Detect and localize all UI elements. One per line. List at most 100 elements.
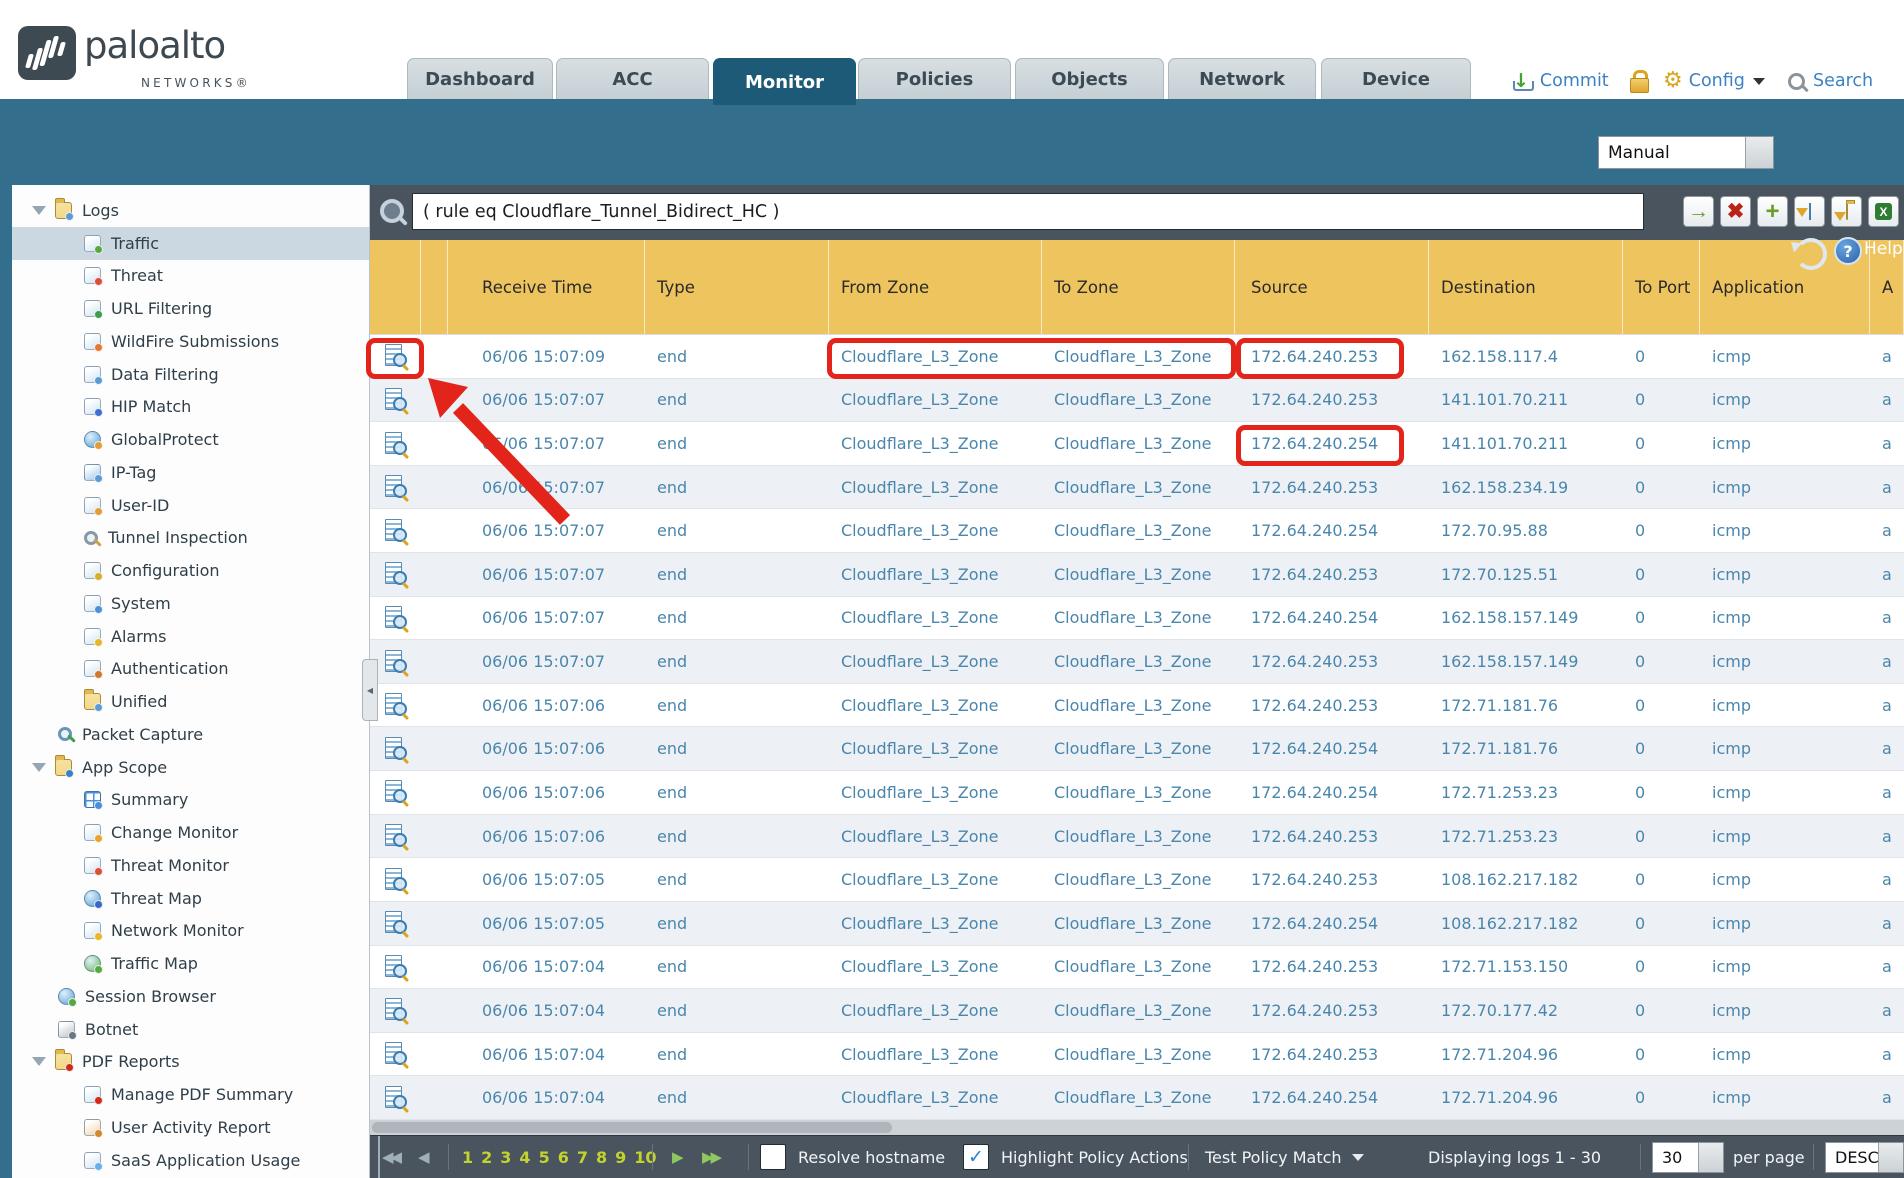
sidebar-item-threat[interactable]: Threat (12, 260, 369, 293)
log-row[interactable]: 06/06 15:07:06endCloudflare_L3_ZoneCloud… (370, 684, 1904, 728)
tree-expander-icon[interactable] (32, 206, 46, 215)
page-number-1[interactable]: 1 (462, 1148, 473, 1167)
sidebar-item-alarms[interactable]: Alarms (12, 620, 369, 653)
sidebar-collapse-handle[interactable]: ◀ (362, 659, 378, 721)
sidebar-item-manage-pdf-summary[interactable]: Manage PDF Summary (12, 1078, 369, 1111)
sidebar-item-network-monitor[interactable]: Network Monitor (12, 915, 369, 948)
auto-refresh-select[interactable]: Manual (1598, 136, 1774, 169)
page-size-select[interactable]: 30 (1652, 1142, 1724, 1173)
page-number-10[interactable]: 10 (634, 1148, 656, 1167)
sidebar-item-authentication[interactable]: Authentication (12, 653, 369, 686)
commit-button[interactable]: ↓ Commit (1513, 66, 1609, 96)
log-detail-button[interactable] (370, 902, 421, 945)
log-detail-button[interactable] (370, 771, 421, 814)
add-filter-button[interactable]: + (1757, 196, 1788, 227)
sidebar-item-ip-tag[interactable]: IP-Tag (12, 456, 369, 489)
sidebar-item-user-id[interactable]: User-ID (12, 489, 369, 522)
column-header-receive-time[interactable]: Receive Time (448, 240, 645, 334)
page-number-5[interactable]: 5 (539, 1148, 550, 1167)
sidebar-item-threat-monitor[interactable]: Threat Monitor (12, 849, 369, 882)
tab-acc[interactable]: ACC (556, 58, 709, 99)
help-label[interactable]: Help (1864, 239, 1903, 259)
log-row[interactable]: 06/06 15:07:05endCloudflare_L3_ZoneCloud… (370, 858, 1904, 902)
clear-filter-button[interactable]: ✖ (1720, 196, 1751, 227)
column-header-from-zone[interactable]: From Zone (829, 240, 1042, 334)
tree-expander-icon[interactable] (32, 763, 46, 772)
log-filter-input[interactable] (412, 193, 1644, 230)
sidebar-item-traffic-map[interactable]: Traffic Map (12, 947, 369, 980)
sidebar-item-botnet[interactable]: Botnet (12, 1013, 369, 1046)
log-row[interactable]: 06/06 15:07:07endCloudflare_L3_ZoneCloud… (370, 597, 1904, 641)
filter-builder-button[interactable] (1794, 196, 1825, 227)
sidebar-item-saas-application-usage[interactable]: SaaS Application Usage (12, 1144, 369, 1177)
sidebar-item-data-filtering[interactable]: Data Filtering (12, 358, 369, 391)
resolve-hostname-checkbox[interactable] (760, 1136, 786, 1178)
log-row[interactable]: 06/06 15:07:04endCloudflare_L3_ZoneCloud… (370, 1076, 1904, 1120)
page-number-9[interactable]: 9 (615, 1148, 626, 1167)
tree-expander-icon[interactable] (32, 1057, 46, 1066)
log-row[interactable]: 06/06 15:07:07endCloudflare_L3_ZoneCloud… (370, 466, 1904, 510)
tab-monitor[interactable]: Monitor (713, 58, 856, 105)
page-size-dropdown-button[interactable] (1698, 1143, 1723, 1172)
log-row[interactable]: 06/06 15:07:09endCloudflare_L3_ZoneCloud… (370, 335, 1904, 379)
sidebar-item-tunnel-inspection[interactable]: Tunnel Inspection (12, 522, 369, 555)
log-detail-button[interactable] (370, 597, 421, 640)
log-row[interactable]: 06/06 15:07:05endCloudflare_L3_ZoneCloud… (370, 902, 1904, 946)
sort-order-dropdown-button[interactable] (1878, 1143, 1903, 1172)
tab-network[interactable]: Network (1168, 58, 1316, 99)
page-number-6[interactable]: 6 (558, 1148, 569, 1167)
log-row[interactable]: 06/06 15:07:06endCloudflare_L3_ZoneCloud… (370, 771, 1904, 815)
column-header-destination[interactable]: Destination (1429, 240, 1623, 334)
last-page-button[interactable]: ▶▶ (702, 1136, 719, 1178)
log-row[interactable]: 06/06 15:07:07endCloudflare_L3_ZoneCloud… (370, 379, 1904, 423)
sidebar-item-change-monitor[interactable]: Change Monitor (12, 816, 369, 849)
refresh-icon[interactable] (1795, 238, 1827, 270)
auto-refresh-dropdown-button[interactable] (1745, 137, 1773, 168)
tab-policies[interactable]: Policies (858, 58, 1011, 99)
sidebar-item-summary[interactable]: Summary (12, 784, 369, 817)
log-row[interactable]: 06/06 15:07:04endCloudflare_L3_ZoneCloud… (370, 989, 1904, 1033)
sidebar-item-system[interactable]: System (12, 587, 369, 620)
sidebar-item-url-filtering[interactable]: URL Filtering (12, 292, 369, 325)
next-page-button[interactable]: ▶ (672, 1136, 681, 1178)
log-detail-button[interactable] (370, 989, 421, 1032)
log-detail-button[interactable] (370, 815, 421, 858)
sidebar-item-session-browser[interactable]: Session Browser (12, 980, 369, 1013)
tab-device[interactable]: Device (1321, 58, 1471, 99)
column-header-to-zone[interactable]: To Zone (1042, 240, 1235, 334)
page-number-8[interactable]: 8 (596, 1148, 607, 1167)
scrollbar-thumb[interactable] (372, 1122, 892, 1133)
log-row[interactable]: 06/06 15:07:04endCloudflare_L3_ZoneCloud… (370, 946, 1904, 990)
test-policy-match-button[interactable]: Test Policy Match (1205, 1136, 1364, 1178)
column-header-to-port[interactable]: To Port (1623, 240, 1700, 334)
log-row[interactable]: 06/06 15:07:07endCloudflare_L3_ZoneCloud… (370, 422, 1904, 466)
log-detail-button[interactable] (370, 509, 421, 552)
page-number-2[interactable]: 2 (481, 1148, 492, 1167)
prev-page-button[interactable]: ◀ (418, 1136, 427, 1178)
horizontal-scrollbar[interactable] (370, 1120, 1904, 1135)
tab-objects[interactable]: Objects (1015, 58, 1164, 99)
load-filter-button[interactable] (1831, 196, 1862, 227)
config-menu-button[interactable]: ⚙ Config (1663, 66, 1765, 96)
log-detail-button[interactable] (370, 335, 421, 378)
sidebar-item-threat-map[interactable]: Threat Map (12, 882, 369, 915)
sidebar-item-app-scope[interactable]: App Scope (12, 751, 369, 784)
sidebar-item-packet-capture[interactable]: Packet Capture (12, 718, 369, 751)
log-detail-button[interactable] (370, 1033, 421, 1076)
sidebar-item-hip-match[interactable]: HIP Match (12, 391, 369, 424)
log-detail-button[interactable] (370, 422, 421, 465)
tab-dashboard[interactable]: Dashboard (407, 58, 553, 99)
sidebar-item-pdf-reports[interactable]: PDF Reports (12, 1046, 369, 1079)
sidebar-item-globalprotect[interactable]: GlobalProtect (12, 423, 369, 456)
first-page-button[interactable]: ◀◀ (378, 1136, 399, 1178)
column-header-type[interactable]: Type (645, 240, 829, 334)
sidebar-item-user-activity-report[interactable]: User Activity Report (12, 1111, 369, 1144)
log-row[interactable]: 06/06 15:07:06endCloudflare_L3_ZoneCloud… (370, 815, 1904, 859)
log-detail-button[interactable] (370, 553, 421, 596)
log-detail-button[interactable] (370, 1076, 421, 1119)
sidebar-item-configuration[interactable]: Configuration (12, 554, 369, 587)
log-row[interactable]: 06/06 15:07:07endCloudflare_L3_ZoneCloud… (370, 640, 1904, 684)
log-detail-button[interactable] (370, 466, 421, 509)
export-button[interactable]: X (1868, 196, 1899, 227)
log-row[interactable]: 06/06 15:07:07endCloudflare_L3_ZoneCloud… (370, 509, 1904, 553)
